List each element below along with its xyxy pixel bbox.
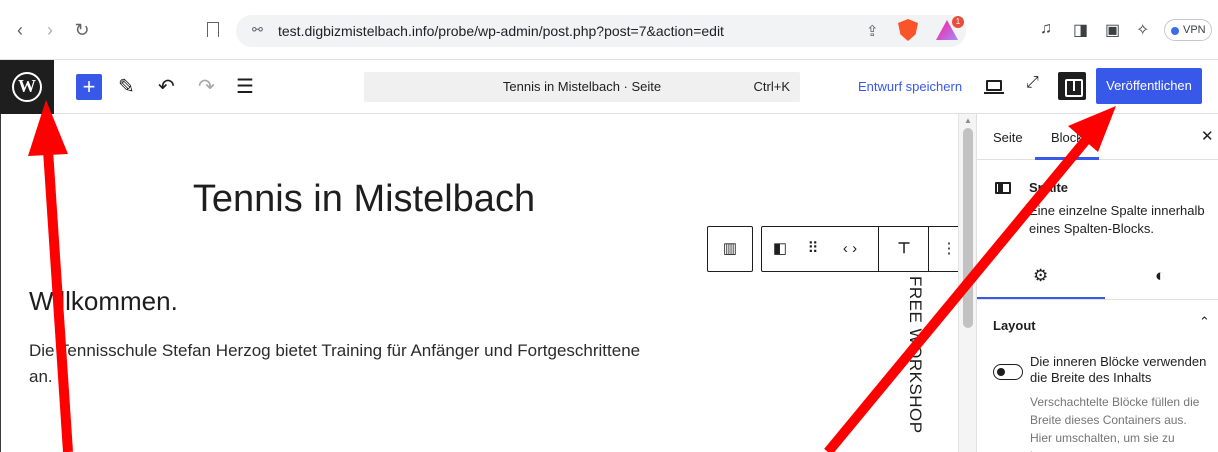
block-inserter-button[interactable]: + xyxy=(76,74,102,100)
document-title: Tennis in Mistelbach · Seite xyxy=(502,79,662,94)
document-overview-icon[interactable]: ☰ xyxy=(236,74,254,99)
address-bar[interactable]: ⚯ test.digbizmistelbach.info/probe/wp-ad… xyxy=(236,15,966,47)
rewards-badge: 1 xyxy=(952,16,964,28)
chevron-up-icon[interactable]: ⌃ xyxy=(1199,314,1210,330)
scroll-up-icon[interactable]: ▲ xyxy=(964,116,972,125)
block-toolbar: ◧ ⠿ ‹ › ⊤ ⋮ xyxy=(761,226,969,272)
editor-canvas[interactable]: Tennis in Mistelbach Willkommen. Die Ten… xyxy=(0,114,969,452)
settings-sidebar: Seite Block ✕ Spalte Eine einzelne Spalt… xyxy=(976,114,1218,452)
media-icon[interactable]: ♫ xyxy=(1040,20,1052,38)
inspector-tabs: ⚙ ◐ xyxy=(977,254,1218,300)
url-text[interactable]: test.digbizmistelbach.info/probe/wp-admi… xyxy=(278,23,724,39)
active-tab-indicator xyxy=(1035,157,1099,160)
vertical-align-icon[interactable]: ⊤ xyxy=(880,227,928,271)
scrollbar-thumb[interactable] xyxy=(963,128,973,328)
vpn-label: VPN xyxy=(1183,24,1206,36)
vertical-workshop-text[interactable]: FREE WORKSHOP xyxy=(905,276,925,434)
welcome-heading[interactable]: Willkommen. xyxy=(29,286,178,317)
wordpress-logo-button[interactable]: W xyxy=(0,60,54,114)
block-card-description: Eine einzelne Spalte innerhalb eines Spa… xyxy=(1029,203,1205,236)
forward-icon[interactable]: › xyxy=(40,20,60,41)
settings-sidebar-toggle[interactable] xyxy=(1058,72,1086,100)
toolbar-divider xyxy=(878,227,879,271)
close-icon[interactable]: ✕ xyxy=(1201,127,1214,145)
site-settings-icon[interactable]: ⚯ xyxy=(252,22,263,38)
back-icon[interactable]: ‹ xyxy=(10,20,30,41)
column-block-icon[interactable]: ◧ xyxy=(762,227,798,271)
toggle-label[interactable]: Die inneren Blöcke verwenden die Breite … xyxy=(1030,354,1210,386)
columns-icon: ▥ xyxy=(722,240,738,257)
wallet-icon[interactable]: ▣ xyxy=(1105,20,1120,40)
sidebar-icon[interactable]: ◨ xyxy=(1073,20,1088,40)
bookmark-icon[interactable] xyxy=(207,22,219,37)
select-parent-block-button[interactable]: ▥ xyxy=(707,226,753,272)
wordpress-icon: W xyxy=(12,72,42,102)
intro-paragraph[interactable]: Die Tennisschule Stefan Herzog bietet Tr… xyxy=(29,338,649,390)
tab-page[interactable]: Seite xyxy=(993,130,1023,145)
sidebar-tabs: Seite Block ✕ xyxy=(977,114,1218,160)
block-card-title: Spalte xyxy=(1029,180,1069,195)
toggle-help-text: Verschachtelte Blöcke füllen die Breite … xyxy=(1030,395,1200,452)
page-title[interactable]: Tennis in Mistelbach xyxy=(1,178,727,221)
reload-icon[interactable]: ↻ xyxy=(72,20,92,41)
leo-ai-icon[interactable]: ✧ xyxy=(1136,20,1149,40)
layout-panel-title[interactable]: Layout xyxy=(993,318,1036,333)
toolbar-divider xyxy=(928,227,929,271)
move-arrows-icon[interactable]: ‹ › xyxy=(828,227,872,271)
styles-icon[interactable]: ◐ xyxy=(1155,266,1165,286)
brave-shields-icon[interactable] xyxy=(898,19,918,41)
view-page-icon[interactable]: ⤢ xyxy=(1026,74,1039,92)
gear-icon[interactable]: ⚙ xyxy=(1033,266,1048,286)
publish-button[interactable]: Veröffentlichen xyxy=(1096,68,1202,104)
command-palette[interactable]: Tennis in Mistelbach · Seite Ctrl+K xyxy=(364,72,800,102)
command-shortcut: Ctrl+K xyxy=(753,79,790,94)
tab-block[interactable]: Block xyxy=(1051,130,1083,145)
share-icon[interactable]: ⇪ xyxy=(866,22,879,40)
save-draft-button[interactable]: Entwurf speichern xyxy=(858,79,962,94)
redo-icon[interactable]: ↷ xyxy=(198,74,215,99)
editor-header: W + ✎ ↶ ↷ ☰ Tennis in Mistelbach · Seite… xyxy=(0,60,1218,114)
column-block-icon xyxy=(995,182,1011,194)
undo-icon[interactable]: ↶ xyxy=(158,74,175,99)
vpn-button[interactable]: VPN xyxy=(1164,19,1212,41)
device-preview-icon[interactable] xyxy=(984,80,1004,94)
pencil-icon[interactable]: ✎ xyxy=(118,74,135,99)
drag-handle-icon[interactable]: ⠿ xyxy=(800,227,826,271)
canvas-scrollbar[interactable]: ▲ xyxy=(958,114,976,452)
inner-blocks-width-toggle[interactable] xyxy=(993,364,1023,380)
browser-toolbar: ‹ › ↻ ⚯ test.digbizmistelbach.info/probe… xyxy=(0,0,1218,60)
active-subtab-indicator xyxy=(977,297,1105,299)
